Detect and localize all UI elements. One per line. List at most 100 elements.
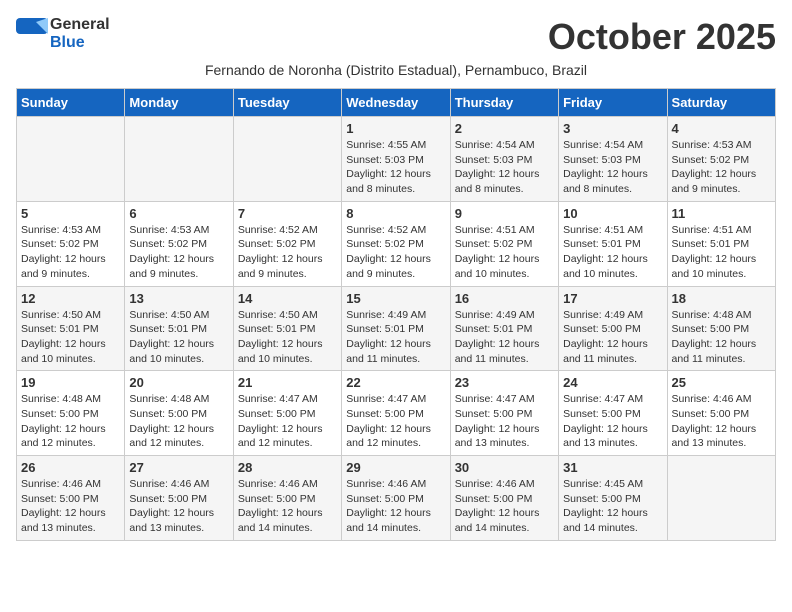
calendar-week-row: 12Sunrise: 4:50 AM Sunset: 5:01 PM Dayli…	[17, 286, 776, 371]
calendar-cell: 1 Sunrise: 4:55 AM Sunset: 5:03 PM Daylig…	[342, 117, 450, 202]
day-number: 18	[672, 291, 771, 306]
day-number: 10	[563, 206, 662, 221]
day-number: 6	[129, 206, 228, 221]
day-info: Sunrise: 4:48 AM Sunset: 5:00 PM Dayligh…	[672, 308, 771, 367]
calendar-header-row: SundayMondayTuesdayWednesdayThursdayFrid…	[17, 89, 776, 117]
day-info: Sunrise: 4:53 AM Sunset: 5:02 PM Dayligh…	[672, 138, 771, 197]
logo-general-text: General	[50, 16, 110, 34]
day-number: 23	[455, 375, 554, 390]
day-number: 15	[346, 291, 445, 306]
calendar-table: SundayMondayTuesdayWednesdayThursdayFrid…	[16, 88, 776, 541]
day-number: 30	[455, 460, 554, 475]
day-number: 27	[129, 460, 228, 475]
calendar-cell: 16 Sunrise: 4:49 AM Sunset: 5:01 PM Dayli…	[450, 286, 558, 371]
calendar-cell: 29Sunrise: 4:46 AM Sunset: 5:00 PM Dayli…	[342, 456, 450, 541]
day-info: Sunrise: 4:51 AM Sunset: 5:01 PM Dayligh…	[563, 223, 662, 282]
day-info: Sunrise: 4:50 AM Sunset: 5:01 PM Dayligh…	[129, 308, 228, 367]
calendar-cell: 14 Sunrise: 4:50 AM Sunset: 5:01 PM Dayli…	[233, 286, 341, 371]
calendar-cell: 18 Sunrise: 4:48 AM Sunset: 5:00 PM Dayli…	[667, 286, 775, 371]
calendar-cell: 21 Sunrise: 4:47 AM Sunset: 5:00 PM Dayli…	[233, 371, 341, 456]
calendar-week-row: 5 Sunrise: 4:53 AM Sunset: 5:02 PM Daylig…	[17, 201, 776, 286]
day-number: 8	[346, 206, 445, 221]
day-info: Sunrise: 4:50 AM Sunset: 5:01 PM Dayligh…	[238, 308, 337, 367]
day-info: Sunrise: 4:53 AM Sunset: 5:02 PM Dayligh…	[129, 223, 228, 282]
calendar-cell: 5 Sunrise: 4:53 AM Sunset: 5:02 PM Daylig…	[17, 201, 125, 286]
day-number: 25	[672, 375, 771, 390]
day-info: Sunrise: 4:51 AM Sunset: 5:02 PM Dayligh…	[455, 223, 554, 282]
weekday-header-saturday: Saturday	[667, 89, 775, 117]
calendar-cell	[233, 117, 341, 202]
calendar-cell: 17 Sunrise: 4:49 AM Sunset: 5:00 PM Dayli…	[559, 286, 667, 371]
day-info: Sunrise: 4:46 AM Sunset: 5:00 PM Dayligh…	[346, 477, 445, 536]
day-number: 11	[672, 206, 771, 221]
day-info: Sunrise: 4:49 AM Sunset: 5:01 PM Dayligh…	[455, 308, 554, 367]
calendar-cell: 4Sunrise: 4:53 AM Sunset: 5:02 PM Daylig…	[667, 117, 775, 202]
day-info: Sunrise: 4:47 AM Sunset: 5:00 PM Dayligh…	[346, 392, 445, 451]
day-number: 21	[238, 375, 337, 390]
weekday-header-wednesday: Wednesday	[342, 89, 450, 117]
calendar-cell: 12Sunrise: 4:50 AM Sunset: 5:01 PM Dayli…	[17, 286, 125, 371]
day-number: 17	[563, 291, 662, 306]
calendar-week-row: 19Sunrise: 4:48 AM Sunset: 5:00 PM Dayli…	[17, 371, 776, 456]
calendar-week-row: 1 Sunrise: 4:55 AM Sunset: 5:03 PM Daylig…	[17, 117, 776, 202]
day-info: Sunrise: 4:54 AM Sunset: 5:03 PM Dayligh…	[563, 138, 662, 197]
month-title: October 2025	[548, 16, 776, 58]
day-info: Sunrise: 4:48 AM Sunset: 5:00 PM Dayligh…	[129, 392, 228, 451]
calendar-cell: 31 Sunrise: 4:45 AM Sunset: 5:00 PM Dayli…	[559, 456, 667, 541]
day-info: Sunrise: 4:49 AM Sunset: 5:01 PM Dayligh…	[346, 308, 445, 367]
day-number: 5	[21, 206, 120, 221]
day-info: Sunrise: 4:47 AM Sunset: 5:00 PM Dayligh…	[238, 392, 337, 451]
day-number: 22	[346, 375, 445, 390]
calendar-cell: 22 Sunrise: 4:47 AM Sunset: 5:00 PM Dayli…	[342, 371, 450, 456]
logo: General Blue	[16, 16, 110, 52]
weekday-header-monday: Monday	[125, 89, 233, 117]
day-info: Sunrise: 4:53 AM Sunset: 5:02 PM Dayligh…	[21, 223, 120, 282]
day-info: Sunrise: 4:52 AM Sunset: 5:02 PM Dayligh…	[238, 223, 337, 282]
calendar-cell: 15 Sunrise: 4:49 AM Sunset: 5:01 PM Dayli…	[342, 286, 450, 371]
logo-blue-text: Blue	[50, 34, 110, 52]
day-info: Sunrise: 4:51 AM Sunset: 5:01 PM Dayligh…	[672, 223, 771, 282]
calendar-cell	[125, 117, 233, 202]
day-number: 24	[563, 375, 662, 390]
calendar-cell: 25 Sunrise: 4:46 AM Sunset: 5:00 PM Dayli…	[667, 371, 775, 456]
calendar-cell: 30Sunrise: 4:46 AM Sunset: 5:00 PM Dayli…	[450, 456, 558, 541]
weekday-header-sunday: Sunday	[17, 89, 125, 117]
day-number: 31	[563, 460, 662, 475]
calendar-cell: 6 Sunrise: 4:53 AM Sunset: 5:02 PM Daylig…	[125, 201, 233, 286]
calendar-cell: 2 Sunrise: 4:54 AM Sunset: 5:03 PM Daylig…	[450, 117, 558, 202]
day-number: 13	[129, 291, 228, 306]
calendar-cell: 20 Sunrise: 4:48 AM Sunset: 5:00 PM Dayli…	[125, 371, 233, 456]
calendar-cell: 13 Sunrise: 4:50 AM Sunset: 5:01 PM Dayli…	[125, 286, 233, 371]
calendar-subtitle: Fernando de Noronha (Distrito Estadual),…	[16, 62, 776, 78]
day-number: 2	[455, 121, 554, 136]
calendar-cell	[17, 117, 125, 202]
day-number: 3	[563, 121, 662, 136]
day-number: 14	[238, 291, 337, 306]
page-header: General Blue October 2025	[16, 16, 776, 58]
day-info: Sunrise: 4:55 AM Sunset: 5:03 PM Dayligh…	[346, 138, 445, 197]
calendar-cell	[667, 456, 775, 541]
calendar-cell: 24 Sunrise: 4:47 AM Sunset: 5:00 PM Dayli…	[559, 371, 667, 456]
day-number: 28	[238, 460, 337, 475]
calendar-cell: 10 Sunrise: 4:51 AM Sunset: 5:01 PM Dayli…	[559, 201, 667, 286]
day-info: Sunrise: 4:54 AM Sunset: 5:03 PM Dayligh…	[455, 138, 554, 197]
day-info: Sunrise: 4:46 AM Sunset: 5:00 PM Dayligh…	[672, 392, 771, 451]
day-info: Sunrise: 4:45 AM Sunset: 5:00 PM Dayligh…	[563, 477, 662, 536]
day-number: 7	[238, 206, 337, 221]
day-number: 20	[129, 375, 228, 390]
calendar-cell: 23Sunrise: 4:47 AM Sunset: 5:00 PM Dayli…	[450, 371, 558, 456]
day-number: 16	[455, 291, 554, 306]
calendar-cell: 11 Sunrise: 4:51 AM Sunset: 5:01 PM Dayli…	[667, 201, 775, 286]
day-info: Sunrise: 4:48 AM Sunset: 5:00 PM Dayligh…	[21, 392, 120, 451]
day-number: 1	[346, 121, 445, 136]
day-number: 9	[455, 206, 554, 221]
day-info: Sunrise: 4:46 AM Sunset: 5:00 PM Dayligh…	[129, 477, 228, 536]
day-info: Sunrise: 4:47 AM Sunset: 5:00 PM Dayligh…	[563, 392, 662, 451]
calendar-cell: 26Sunrise: 4:46 AM Sunset: 5:00 PM Dayli…	[17, 456, 125, 541]
calendar-cell: 8Sunrise: 4:52 AM Sunset: 5:02 PM Daylig…	[342, 201, 450, 286]
day-info: Sunrise: 4:49 AM Sunset: 5:00 PM Dayligh…	[563, 308, 662, 367]
day-info: Sunrise: 4:50 AM Sunset: 5:01 PM Dayligh…	[21, 308, 120, 367]
logo-icon	[16, 18, 48, 50]
day-info: Sunrise: 4:46 AM Sunset: 5:00 PM Dayligh…	[238, 477, 337, 536]
calendar-cell: 3 Sunrise: 4:54 AM Sunset: 5:03 PM Daylig…	[559, 117, 667, 202]
